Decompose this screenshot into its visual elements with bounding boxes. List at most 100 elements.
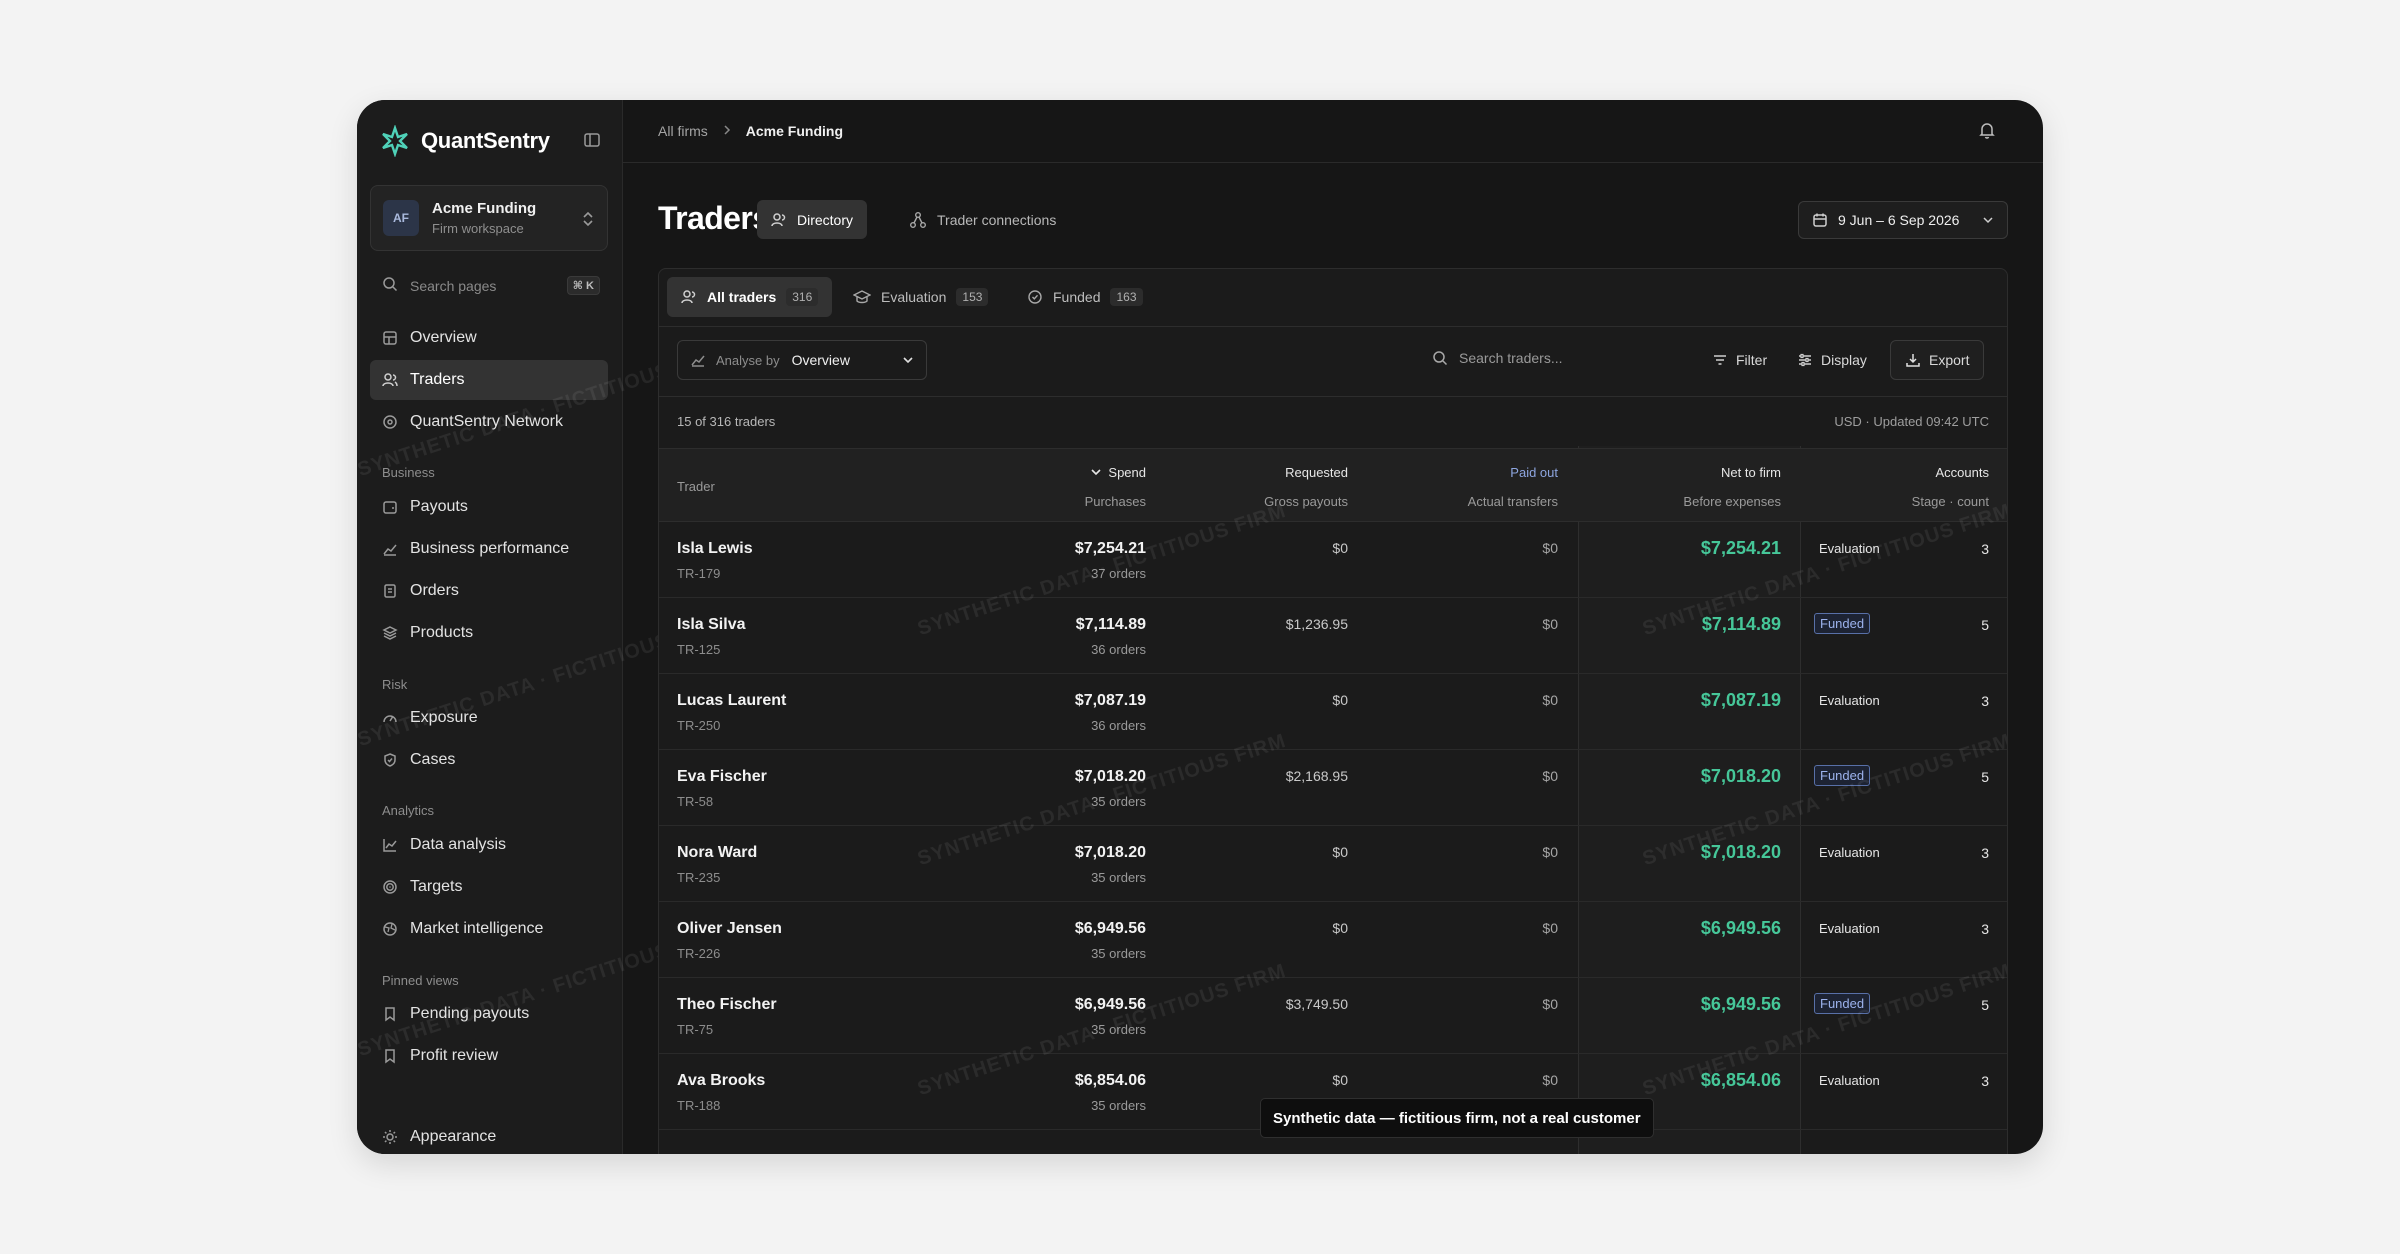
accounts-count: 3 [1981,693,1989,709]
trader-name[interactable]: Ava Brooks [677,1072,765,1090]
date-range-label: 9 Jun – 6 Sep 2026 [1838,212,1960,228]
sidebar-item-label: Products [410,624,474,641]
shortcut-badge: ⌘ K [566,276,600,295]
sidebar-item-network[interactable]: QuantSentry Network [370,402,608,442]
sidebar-item-payouts[interactable]: Payouts [370,487,608,527]
requested-value: $3,749.50 [1285,996,1348,1012]
paid-out-value: $0 [1542,996,1558,1012]
table-row[interactable]: Eva Fischer TR-58 $7,018.20 35 orders $2… [659,750,2007,826]
net-to-firm-value: $6,949.56 [1700,994,1781,1014]
target-icon [383,880,397,894]
table-row[interactable]: Isla Silva TR-125 $7,114.89 36 orders $1… [659,598,2007,674]
column-header-trader[interactable]: Trader [677,479,715,494]
accounts-count: 3 [1981,921,1989,937]
trend-chart-icon [691,355,705,367]
accounts-count: 5 [1981,769,1989,785]
page-title: Traders [658,200,770,236]
bell-icon[interactable] [1977,120,1997,143]
appearance-label: Appearance [410,1128,497,1145]
column-header-accounts[interactable]: Accounts Stage · count [1912,465,1989,509]
table-row[interactable]: Nora Ward TR-235 $7,018.20 35 orders $0 … [659,826,2007,902]
paid-out-value: $0 [1542,692,1558,708]
workspace-switcher[interactable]: AF Acme Funding Firm workspace [370,185,608,251]
search-pages[interactable]: Search pages ⌘ K [370,270,608,302]
sidebar-item-orders[interactable]: Orders [370,571,608,611]
sidebar-toggle-icon[interactable] [583,131,601,154]
filter-label: Filter [1736,352,1768,368]
workspace-subtitle: Firm workspace [432,221,524,236]
requested-value: $2,168.95 [1285,768,1348,784]
segment-evaluation[interactable]: Evaluation 153 [839,277,1002,317]
filter-button[interactable]: Filter [1702,340,1777,380]
trader-id: TR-75 [677,1022,714,1037]
sidebar-item-products[interactable]: Products [370,613,608,653]
segment-funded[interactable]: Funded 163 [1013,277,1157,317]
sidebar-item-business-performance[interactable]: Business performance [370,529,608,569]
column-label: Requested [1285,465,1348,480]
breadcrumb-root[interactable]: All firms [658,123,708,139]
column-header-paid-out[interactable]: Paid out Actual transfers [1468,465,1558,509]
synthetic-data-notice: Synthetic data — fictitious firm, not a … [1260,1098,1654,1138]
sidebar-item-data-analysis[interactable]: Data analysis [370,825,608,865]
table-row[interactable]: Oliver Jensen TR-226 $6,949.56 35 orders… [659,902,2007,978]
users-icon [681,290,696,304]
shield-icon [384,753,396,767]
display-button[interactable]: Display [1787,340,1877,380]
spend-value: $6,949.56 [1074,920,1146,937]
wallet-icon [383,501,397,514]
export-button[interactable]: Export [1890,340,1985,380]
sidebar-item-label: Traders [410,371,465,388]
trader-name[interactable]: Oliver Jensen [677,920,782,938]
table-row[interactable]: Isla Lewis TR-179 $7,254.21 37 orders $0… [659,522,2007,598]
orders-count: 36 orders [1091,642,1146,657]
paid-out-value: $0 [1542,1072,1558,1088]
sidebar-item-label: Business performance [410,540,570,557]
sidebar-item-appearance[interactable]: Appearance [370,1128,496,1146]
net-to-firm-value: $7,254.21 [1700,538,1781,558]
sidebar-item-exposure[interactable]: Exposure [370,698,608,738]
column-sublabel: Stage · count [1911,494,1989,509]
tab-trader-connections[interactable]: Trader connections [895,200,1070,239]
table-body: Isla Lewis TR-179 $7,254.21 37 orders $0… [659,522,2007,1130]
segment-all-traders[interactable]: All traders 316 [667,277,833,317]
segment-count: 153 [956,288,989,306]
trader-name[interactable]: Theo Fischer [677,996,777,1014]
sidebar-item-label: Data analysis [410,836,507,853]
sidebar-item-profit-review[interactable]: Profit review [370,1036,608,1076]
trader-name[interactable]: Nora Ward [677,844,757,862]
connections-icon [910,211,926,228]
sidebar-item-overview[interactable]: Overview [370,318,608,358]
paid-out-value: $0 [1542,616,1558,632]
spend-value: $6,949.56 [1074,996,1146,1013]
trader-search-input[interactable] [1459,350,1679,366]
requested-value: $1,236.95 [1285,616,1348,632]
brand[interactable]: QuantSentry [379,120,605,162]
column-header-spend[interactable]: Spend Purchases [1085,465,1146,509]
accounts-count: 5 [1981,617,1989,633]
table-row[interactable]: Theo Fischer TR-75 $6,949.56 35 orders $… [659,978,2007,1054]
sidebar-item-pending-payouts[interactable]: Pending payouts [370,994,608,1034]
trader-name[interactable]: Isla Lewis [677,540,753,558]
column-header-requested[interactable]: Requested Gross payouts [1264,465,1348,509]
segment-bar: All traders 316 Evaluation 153 Funded 16… [659,269,2007,327]
trader-name[interactable]: Lucas Laurent [677,692,786,710]
app-window: QuantSentry AF Acme Funding Firm workspa… [357,100,2043,1154]
sidebar-item-market-intelligence[interactable]: Market intelligence [370,909,608,949]
sidebar-item-traders[interactable]: Traders [370,360,608,400]
tab-directory[interactable]: Directory [757,200,868,239]
trader-name[interactable]: Eva Fischer [677,768,767,786]
sidebar-item-label: Pending payouts [410,1005,530,1022]
table-row[interactable]: Lucas Laurent TR-250 $7,087.19 36 orders… [659,674,2007,750]
topbar: All firms Acme Funding [623,100,2043,163]
column-header-net-to-firm[interactable]: Net to firm Before expenses [1683,465,1781,509]
trader-name[interactable]: Isla Silva [677,616,746,634]
users-icon [771,212,786,226]
trader-id: TR-235 [677,870,721,885]
sidebar-item-cases[interactable]: Cases [370,740,608,780]
date-range-picker[interactable]: 9 Jun – 6 Sep 2026 [1798,201,2008,239]
workspace-name: Acme Funding [432,200,537,217]
spend-value: $7,018.20 [1074,768,1146,785]
paid-out-value: $0 [1542,768,1558,784]
sidebar-item-targets[interactable]: Targets [370,867,608,907]
analyse-by-select[interactable]: Analyse by Overview [677,340,927,380]
